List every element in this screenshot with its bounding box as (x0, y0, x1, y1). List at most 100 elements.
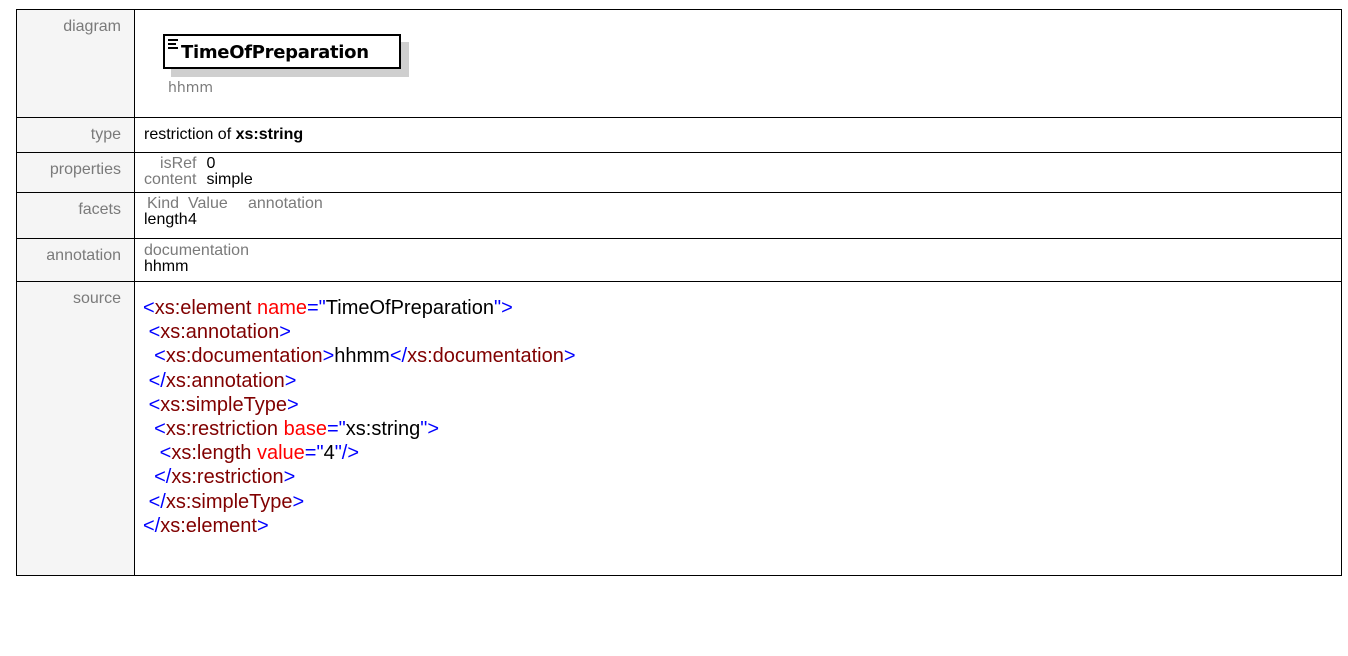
xml-punct: </ (143, 514, 161, 537)
element-doc-table: diagram TimeOfPreparation hhmm type rest… (16, 9, 1342, 576)
xml-tag-name: xs:element (154, 297, 252, 319)
properties-grid: isRef 0 content simple (144, 153, 253, 188)
xml-text (143, 442, 160, 464)
xml-attr-value: xs:string (345, 418, 421, 441)
xml-punct: </ (148, 490, 166, 513)
xml-punct: "> (420, 418, 440, 441)
property-key: content (144, 171, 197, 188)
xml-tag-name: xs:annotation (165, 369, 285, 392)
row-diagram: diagram TimeOfPreparation hhmm (16, 9, 1342, 118)
annotation-cell: documentation hhmm (134, 238, 1342, 282)
xml-punct: =" (304, 442, 324, 465)
facet-value: 4 (188, 211, 197, 228)
row-facets: facets Kind Value annotation length 4 (16, 192, 1342, 239)
source-line: <xs:length value="4"/> (143, 441, 1341, 465)
xml-punct: < (143, 297, 155, 319)
label-diagram: diagram (16, 9, 135, 118)
xml-punct: < (148, 393, 161, 416)
diagram-cell: TimeOfPreparation hhmm (134, 9, 1342, 118)
type-value: restriction of xs:string (144, 118, 1341, 144)
row-annotation: annotation documentation hhmm (16, 238, 1342, 282)
facets-header: Value (188, 195, 228, 212)
xml-punct: </ (154, 466, 172, 489)
xml-punct: > (563, 345, 576, 368)
annotation-block: documentation hhmm (144, 239, 1341, 275)
type-prefix: restriction of (144, 126, 236, 143)
xml-punct: > (283, 466, 296, 489)
xml-attr-name: base (283, 418, 327, 441)
xml-tag-name: xs:simpleType (160, 393, 287, 416)
xml-tag-name: xs:annotation (160, 321, 280, 344)
label-facets: facets (16, 192, 135, 239)
facets-header: annotation (248, 195, 323, 212)
label-properties: properties (16, 152, 135, 193)
annotation-header: documentation (144, 242, 249, 259)
source-code: <xs:element name="TimeOfPreparation"> <x… (143, 282, 1341, 538)
xml-punct: > (284, 369, 297, 392)
xml-attr-value: 4 (323, 442, 335, 465)
source-line: </xs:simpleType> (143, 490, 1341, 514)
xml-punct: < (148, 321, 161, 344)
xml-tag-name: xs:documentation (407, 345, 564, 368)
xml-punct: =" (307, 297, 326, 319)
source-line: </xs:annotation> (143, 369, 1341, 393)
xml-tag-name: xs:length (171, 442, 252, 465)
label-annotation: annotation (16, 238, 135, 282)
xml-tag-name: xs:documentation (165, 345, 323, 368)
row-source: source <xs:element name="TimeOfPreparati… (16, 281, 1342, 576)
annotation-text: hhmm (144, 258, 189, 275)
clipped-heading-strip (0, 0, 1348, 9)
source-line: </xs:element> (143, 514, 1341, 538)
type-base[interactable]: xs:string (236, 126, 304, 143)
xml-punct: < (154, 418, 166, 441)
xml-tag-name: xs:simpleType (165, 490, 293, 513)
type-cell: restriction of xs:string (134, 117, 1342, 153)
xml-punct: < (159, 442, 172, 465)
facet-annotation (248, 212, 1341, 228)
source-line: <xs:restriction base="xs:string"> (143, 417, 1341, 441)
element-diagram: TimeOfPreparation hhmm (135, 10, 1341, 117)
xml-punct: < (154, 345, 166, 368)
xml-tag-name: xs:restriction (171, 466, 284, 489)
facets-header: Kind (147, 195, 180, 212)
label-type: type (16, 117, 135, 153)
label-source: source (16, 281, 135, 576)
xml-punct: "> (494, 297, 513, 319)
source-line: </xs:restriction> (143, 465, 1341, 489)
xml-punct: </ (148, 369, 166, 392)
source-line: <xs:annotation> (143, 320, 1341, 344)
xml-attr-name: value (256, 442, 305, 465)
row-type: type restriction of xs:string (16, 117, 1342, 153)
diagram-element-name: TimeOfPreparation (181, 42, 369, 63)
properties-cell: isRef 0 content simple (134, 152, 1342, 193)
xml-attr-name: name (256, 297, 307, 319)
diagram-documentation: hhmm (168, 80, 214, 96)
diagram-element-box[interactable]: TimeOfPreparation (163, 34, 401, 69)
property-value: 0 (206, 155, 216, 172)
xml-text (143, 418, 154, 440)
property-value: simple (206, 171, 253, 188)
xml-punct: > (322, 345, 335, 368)
xml-attr-value: TimeOfPreparation (325, 297, 494, 319)
source-line: <xs:element name="TimeOfPreparation"> (143, 296, 1341, 320)
source-line: <xs:documentation>hhmm</xs:documentation… (143, 344, 1341, 368)
xml-punct: =" (327, 418, 346, 441)
xml-punct: </ (389, 345, 408, 368)
xml-punct: > (286, 393, 299, 416)
xml-text: hhmm (334, 345, 390, 368)
xml-text (143, 466, 154, 488)
row-properties: properties isRef 0 content simple (16, 152, 1342, 193)
facets-grid: Kind Value annotation length 4 (144, 193, 1341, 228)
source-line: <xs:simpleType> (143, 393, 1341, 417)
xml-tag-name: xs:restriction (165, 418, 279, 441)
xml-tag-name: xs:element (160, 514, 257, 537)
facets-cell: Kind Value annotation length 4 (134, 192, 1342, 239)
xml-punct: "/> (334, 442, 360, 465)
xml-punct: > (279, 321, 291, 344)
source-cell: <xs:element name="TimeOfPreparation"> <x… (134, 281, 1342, 576)
property-key: isRef (160, 155, 197, 172)
element-lines-icon (168, 39, 178, 49)
xml-punct: > (292, 490, 305, 513)
xml-text (143, 345, 154, 367)
facet-kind: length (144, 211, 188, 228)
